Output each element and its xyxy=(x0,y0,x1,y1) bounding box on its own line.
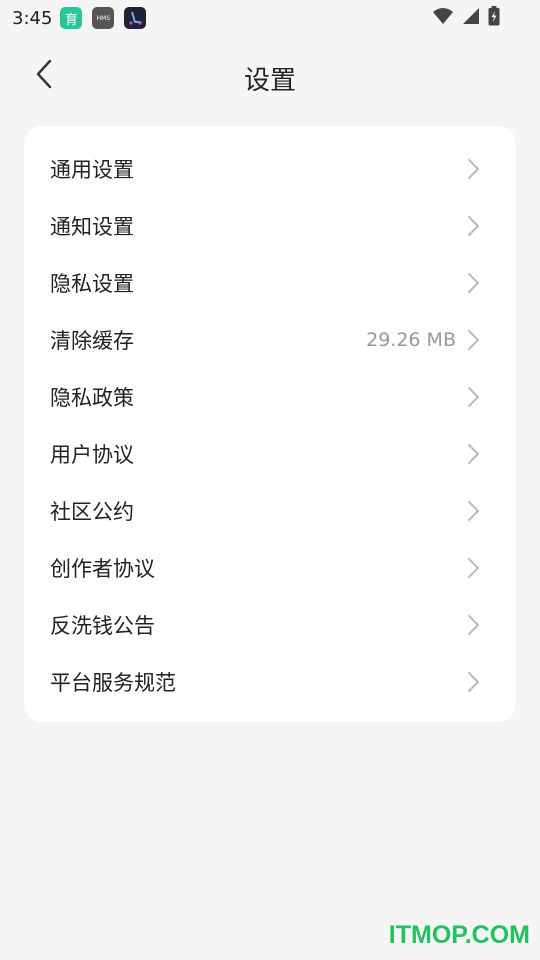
chevron-right-icon xyxy=(466,329,480,351)
settings-item-creator-agreement[interactable]: 创作者协议 xyxy=(24,539,516,596)
chevron-right-icon xyxy=(466,158,480,180)
yu-app-icon: 育 xyxy=(60,7,83,29)
page-title: 设置 xyxy=(243,66,296,96)
wifi-icon xyxy=(432,7,454,29)
settings-item-privacy[interactable]: 隐私设置 xyxy=(24,254,516,311)
watermark-logo: ITMOP.COM xyxy=(388,921,530,949)
cache-size-value: 29.26 MB xyxy=(366,328,456,351)
header: 设置 xyxy=(0,40,540,110)
chevron-right-icon xyxy=(466,557,480,579)
battery-icon xyxy=(488,6,500,30)
settings-item-label: 社区公约 xyxy=(50,499,134,524)
status-time: 3:45 xyxy=(12,7,53,29)
settings-item-privacy-policy[interactable]: 隐私政策 xyxy=(24,368,516,425)
signal-icon xyxy=(462,7,480,29)
settings-item-general[interactable]: 通用设置 xyxy=(24,140,516,197)
settings-item-user-agreement[interactable]: 用户协议 xyxy=(24,425,516,482)
settings-item-community-rules[interactable]: 社区公约 xyxy=(24,482,516,539)
chevron-right-icon xyxy=(466,272,480,294)
settings-page: 3:45 育 HMS 设置 通用设置 通知设置 隐私设置 清除缓存 29.26 … xyxy=(0,0,540,960)
scooter-app-icon xyxy=(124,7,147,29)
chevron-right-icon xyxy=(466,215,480,237)
settings-item-platform-rules[interactable]: 平台服务规范 xyxy=(24,653,516,710)
chevron-right-icon xyxy=(466,500,480,522)
settings-list: 通用设置 通知设置 隐私设置 清除缓存 29.26 MB 隐私政策 用户协议 社… xyxy=(24,126,516,722)
hms-app-icon: HMS xyxy=(92,7,115,29)
settings-item-label: 用户协议 xyxy=(50,442,134,467)
status-bar: 3:45 育 HMS xyxy=(0,0,540,36)
settings-item-label: 清除缓存 xyxy=(50,328,134,353)
settings-item-label: 通用设置 xyxy=(50,157,134,182)
settings-item-clear-cache[interactable]: 清除缓存 29.26 MB xyxy=(24,311,516,368)
settings-item-label: 隐私设置 xyxy=(50,271,134,296)
settings-item-label: 反洗钱公告 xyxy=(50,613,155,638)
settings-item-label: 隐私政策 xyxy=(50,385,134,410)
settings-item-label: 通知设置 xyxy=(50,214,134,239)
chevron-right-icon xyxy=(466,386,480,408)
chevron-right-icon xyxy=(466,671,480,693)
chevron-right-icon xyxy=(466,614,480,636)
status-indicators xyxy=(432,6,500,30)
chevron-right-icon xyxy=(466,443,480,465)
settings-item-label: 创作者协议 xyxy=(50,556,155,581)
settings-item-label: 平台服务规范 xyxy=(50,670,176,695)
settings-item-anti-money-laundering[interactable]: 反洗钱公告 xyxy=(24,596,516,653)
settings-item-notifications[interactable]: 通知设置 xyxy=(24,197,516,254)
